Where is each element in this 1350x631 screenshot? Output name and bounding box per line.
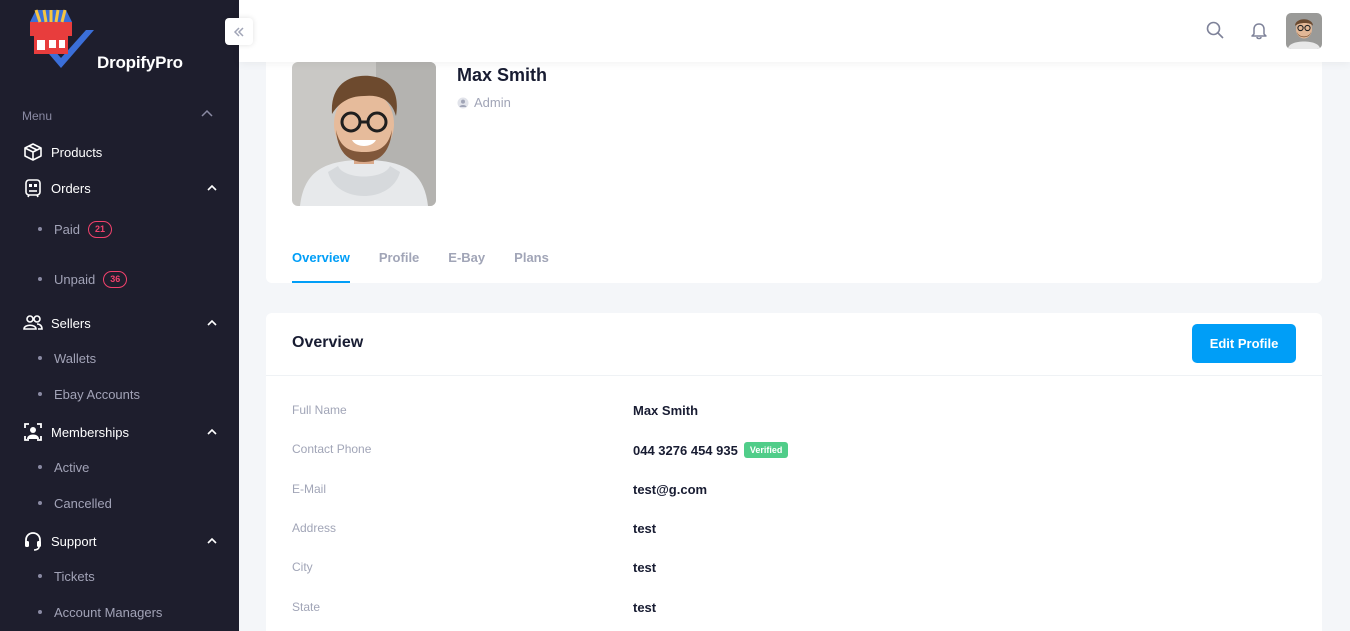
brand-logo[interactable]: DropifyPro	[26, 8, 183, 72]
detail-row-email: E-Mail test@g.com	[292, 482, 1292, 502]
detail-label: State	[292, 600, 321, 614]
detail-label: E-Mail	[292, 482, 327, 496]
sidebar-item-label: Memberships	[51, 424, 130, 440]
tab-overview[interactable]: Overview	[292, 245, 350, 283]
sidebar-subitem-account-managers[interactable]: Account Managers	[38, 602, 162, 622]
sidebar-subitem-unpaid[interactable]: Unpaid 36	[38, 269, 128, 289]
edit-profile-button[interactable]: Edit Profile	[1192, 324, 1296, 363]
profile-photo-icon	[292, 62, 436, 206]
detail-label: Address	[292, 521, 337, 535]
chevron-up-icon	[207, 537, 217, 544]
sidebar: DropifyPro Menu Products Orders Paid 21 …	[0, 0, 239, 631]
detail-value: test@g.com	[633, 482, 708, 497]
headset-icon	[22, 530, 44, 552]
sidebar-item-label: Products	[51, 144, 103, 160]
chevron-up-icon	[201, 109, 213, 117]
sidebar-subitem-ebay-accounts[interactable]: Ebay Accounts	[38, 384, 140, 404]
bullet-icon	[38, 610, 42, 614]
bullet-icon	[38, 465, 42, 469]
overview-card: Overview Edit Profile Full Name Max Smit…	[266, 313, 1322, 631]
sidebar-subitem-wallets[interactable]: Wallets	[38, 348, 96, 368]
profile-role-label: Admin	[474, 95, 511, 110]
sidebar-item-memberships[interactable]: Memberships	[22, 420, 220, 444]
sidebar-subitem-active[interactable]: Active	[38, 457, 89, 477]
orders-icon	[22, 177, 44, 199]
profile-tabs: Overview Profile E-Bay Plans	[292, 245, 578, 283]
sidebar-subitem-label: Cancelled	[54, 495, 112, 511]
card-divider	[266, 375, 1322, 376]
sidebar-collapse-button[interactable]	[225, 18, 253, 45]
sidebar-item-label: Orders	[51, 180, 91, 196]
verified-badge: Verified	[743, 442, 789, 458]
tab-ebay[interactable]: E-Bay	[448, 245, 485, 283]
sidebar-item-label: Support	[51, 533, 97, 549]
detail-value: test	[633, 600, 657, 615]
chevron-up-icon	[207, 184, 217, 191]
sidebar-subitem-tickets[interactable]: Tickets	[38, 566, 95, 586]
detail-row-city: City test	[292, 560, 1292, 580]
sidebar-subitem-label: Ebay Accounts	[54, 386, 140, 402]
detail-row-address: Address test	[292, 521, 1292, 541]
sidebar-item-support[interactable]: Support	[22, 529, 220, 553]
double-chevron-left-icon	[233, 26, 244, 37]
profile-role: Admin	[457, 95, 511, 110]
detail-value-wrap: 044 3276 454 935 Verified	[633, 442, 789, 458]
bullet-icon	[38, 392, 42, 396]
sidebar-item-products[interactable]: Products	[22, 140, 220, 164]
bullet-icon	[38, 574, 42, 578]
bell-icon	[1251, 23, 1267, 40]
sidebar-subitem-label: Active	[54, 459, 90, 475]
menu-heading[interactable]: Menu	[22, 109, 214, 123]
user-circle-icon	[457, 97, 469, 108]
chevron-up-icon	[207, 319, 217, 326]
unpaid-count-badge: 36	[103, 270, 128, 288]
brand-name: DropifyPro	[97, 53, 183, 72]
detail-row-state: State test	[292, 600, 1292, 620]
sidebar-subitem-cancelled[interactable]: Cancelled	[38, 493, 112, 513]
users-icon	[22, 312, 44, 334]
tab-plans[interactable]: Plans	[514, 245, 549, 283]
sidebar-subitem-label: Unpaid	[54, 271, 96, 287]
bullet-icon	[38, 277, 42, 281]
sidebar-subitem-label: Wallets	[54, 350, 97, 366]
storefront-logo-icon	[30, 9, 94, 68]
chevron-up-icon	[207, 428, 217, 435]
detail-row-full-name: Full Name Max Smith	[292, 403, 1292, 423]
paid-count-badge: 21	[88, 220, 113, 238]
sidebar-subitem-paid[interactable]: Paid 21	[38, 219, 113, 239]
bullet-icon	[38, 356, 42, 360]
menu-heading-label: Menu	[22, 109, 53, 123]
notifications-button[interactable]	[1247, 18, 1271, 42]
box-icon	[22, 141, 44, 163]
search-button[interactable]	[1203, 18, 1227, 42]
sidebar-subitem-label: Tickets	[54, 568, 95, 584]
detail-value: test	[633, 521, 657, 536]
sidebar-subitem-label: Paid	[54, 221, 81, 237]
bullet-icon	[38, 501, 42, 505]
detail-row-contact-phone: Contact Phone 044 3276 454 935 Verified	[292, 442, 1292, 462]
detail-value: test	[633, 560, 657, 575]
sidebar-item-label: Sellers	[51, 315, 91, 331]
bullet-icon	[38, 227, 42, 231]
detail-label: Contact Phone	[292, 442, 372, 456]
sidebar-subitem-label: Account Managers	[54, 604, 163, 620]
detail-value: 044 3276 454 935	[633, 442, 738, 458]
detail-label: Full Name	[292, 403, 347, 417]
overview-title: Overview	[292, 334, 364, 351]
sidebar-item-orders[interactable]: Orders	[22, 176, 220, 200]
sidebar-item-sellers[interactable]: Sellers	[22, 311, 220, 335]
search-icon	[1206, 21, 1224, 39]
user-photo-icon	[1286, 13, 1322, 49]
profile-photo	[292, 62, 436, 206]
profile-name: Max Smith	[457, 65, 548, 85]
detail-value: Max Smith	[633, 403, 699, 418]
member-card-icon	[22, 421, 44, 443]
detail-label: City	[292, 560, 313, 574]
user-avatar[interactable]	[1286, 13, 1322, 49]
top-header	[239, 0, 1350, 62]
tab-profile[interactable]: Profile	[379, 245, 419, 283]
profile-card: Max Smith Admin Overview Profile E-Bay P…	[266, 30, 1322, 283]
